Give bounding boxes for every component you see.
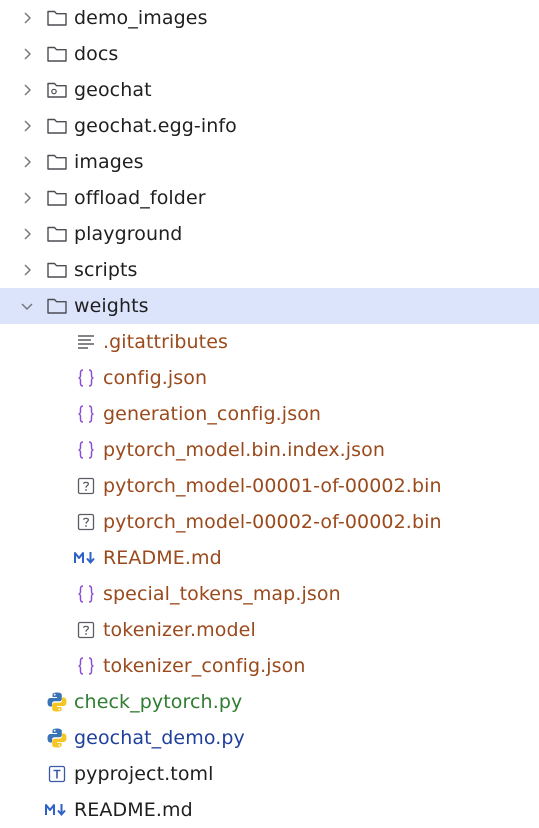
tree-folder-demo-images[interactable]: demo_images <box>0 0 539 36</box>
file-label: geochat_demo.py <box>74 727 245 749</box>
tree-folder-geochat-egg-info[interactable]: geochat.egg-info <box>0 108 539 144</box>
folder-icon <box>46 187 68 209</box>
tree-file-generation-config-json[interactable]: generation_config.json <box>0 396 539 432</box>
file-label: tokenizer.model <box>103 619 256 641</box>
file-label: .gitattributes <box>103 331 229 353</box>
tree-folder-weights[interactable]: weights <box>0 288 539 324</box>
tree-file-pytorch-model-part1-bin[interactable]: pytorch_model-00001-of-00002.bin <box>0 468 539 504</box>
json-icon <box>75 403 97 425</box>
file-label: special_tokens_map.json <box>103 583 341 605</box>
tree-file-pyproject-toml[interactable]: pyproject.toml <box>0 756 539 792</box>
json-icon <box>75 583 97 605</box>
folder-label: images <box>74 151 144 173</box>
file-label: tokenizer_config.json <box>103 655 306 677</box>
chevron-right-icon[interactable] <box>19 190 35 206</box>
text-file-icon <box>75 331 97 353</box>
tree-file-config-json[interactable]: config.json <box>0 360 539 396</box>
chevron-right-icon[interactable] <box>19 226 35 242</box>
chevron-right-icon[interactable] <box>19 262 35 278</box>
tree-folder-offload-folder[interactable]: offload_folder <box>0 180 539 216</box>
folder-label: demo_images <box>74 7 208 29</box>
tree-file-gitattributes[interactable]: .gitattributes <box>0 324 539 360</box>
folder-label: offload_folder <box>74 187 206 209</box>
markdown-icon <box>73 547 99 569</box>
chevron-right-icon[interactable] <box>19 46 35 62</box>
tree-folder-images[interactable]: images <box>0 144 539 180</box>
tree-folder-scripts[interactable]: scripts <box>0 252 539 288</box>
file-label: README.md <box>74 799 193 821</box>
toml-icon <box>46 763 68 785</box>
markdown-icon <box>44 799 70 821</box>
json-icon <box>75 655 97 677</box>
folder-label: geochat <box>74 79 152 101</box>
tree-file-tokenizer-config-json[interactable]: tokenizer_config.json <box>0 648 539 684</box>
file-label: pytorch_model-00002-of-00002.bin <box>103 511 442 533</box>
unknown-file-icon <box>75 475 97 497</box>
folder-icon <box>46 295 68 317</box>
folder-icon <box>46 151 68 173</box>
chevron-right-icon[interactable] <box>19 118 35 134</box>
tree-file-readme[interactable]: README.md <box>0 792 539 828</box>
file-label: pytorch_model.bin.index.json <box>103 439 386 461</box>
chevron-down-icon[interactable] <box>19 298 35 314</box>
file-label: pytorch_model-00001-of-00002.bin <box>103 475 442 497</box>
json-icon <box>75 367 97 389</box>
file-label: config.json <box>103 367 208 389</box>
tree-file-weights-readme[interactable]: README.md <box>0 540 539 576</box>
folder-label: geochat.egg-info <box>74 115 237 137</box>
tree-file-pytorch-model-part2-bin[interactable]: pytorch_model-00002-of-00002.bin <box>0 504 539 540</box>
unknown-file-icon <box>75 511 97 533</box>
folder-label: scripts <box>74 259 138 281</box>
file-label: pyproject.toml <box>74 763 214 785</box>
folder-label: weights <box>74 295 149 317</box>
folder-icon <box>46 7 68 29</box>
tree-file-check-pytorch-py[interactable]: check_pytorch.py <box>0 684 539 720</box>
folder-label: playground <box>74 223 183 245</box>
folder-icon <box>46 223 68 245</box>
chevron-right-icon[interactable] <box>19 10 35 26</box>
file-label: check_pytorch.py <box>74 691 243 713</box>
folder-icon <box>46 43 68 65</box>
file-label: generation_config.json <box>103 403 322 425</box>
python-icon <box>46 727 68 749</box>
tree-file-pytorch-model-index-json[interactable]: pytorch_model.bin.index.json <box>0 432 539 468</box>
tree-file-geochat-demo-py[interactable]: geochat_demo.py <box>0 720 539 756</box>
chevron-right-icon[interactable] <box>19 154 35 170</box>
unknown-file-icon <box>75 619 97 641</box>
chevron-right-icon[interactable] <box>19 82 35 98</box>
json-icon <box>75 439 97 461</box>
file-label: README.md <box>103 547 222 569</box>
tree-folder-docs[interactable]: docs <box>0 36 539 72</box>
python-icon <box>46 691 68 713</box>
tree-folder-playground[interactable]: playground <box>0 216 539 252</box>
project-file-tree: demo_images docs geochat geochat.egg-inf… <box>0 0 539 828</box>
package-folder-icon <box>46 79 68 101</box>
folder-icon <box>46 259 68 281</box>
folder-label: docs <box>74 43 119 65</box>
tree-file-tokenizer-model[interactable]: tokenizer.model <box>0 612 539 648</box>
tree-file-special-tokens-map-json[interactable]: special_tokens_map.json <box>0 576 539 612</box>
tree-folder-geochat[interactable]: geochat <box>0 72 539 108</box>
folder-icon <box>46 115 68 137</box>
